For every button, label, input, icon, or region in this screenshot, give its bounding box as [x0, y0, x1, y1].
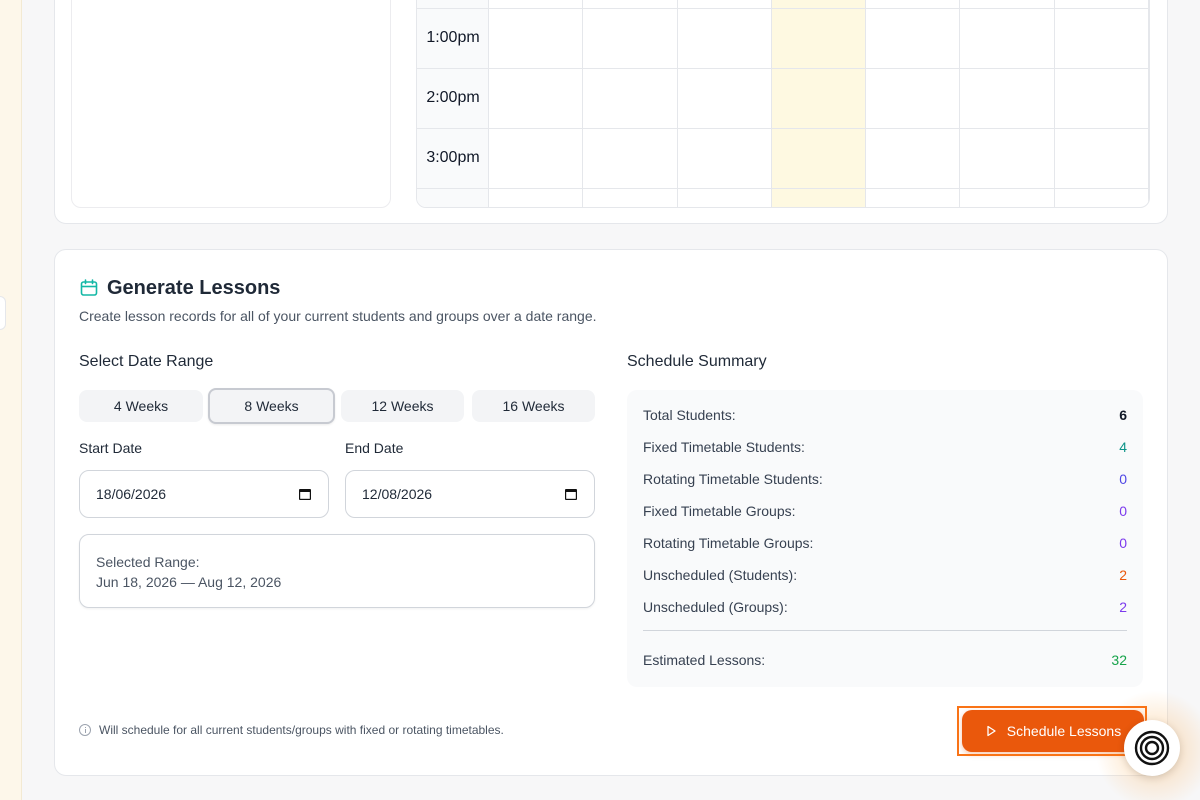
summary-label: Total Students:: [643, 407, 736, 423]
day-column[interactable]: [489, 0, 584, 207]
end-date-field[interactable]: 12/08/2026: [345, 470, 595, 518]
summary-row: Rotating Timetable Students: 0: [643, 471, 1127, 491]
start-date-field[interactable]: 18/06/2026: [79, 470, 329, 518]
preset-16-weeks-button[interactable]: 16 Weeks: [472, 390, 595, 422]
calendar-icon: [80, 279, 98, 296]
summary-label: Unscheduled (Groups):: [643, 599, 788, 615]
preset-8-weeks-button[interactable]: 8 Weeks: [208, 388, 335, 424]
summary-row: Total Students: 6: [643, 407, 1127, 427]
summary-divider: [643, 630, 1127, 631]
summary-row-estimated: Estimated Lessons: 32: [643, 652, 1127, 672]
schedule-summary-panel: Estimated Lessons: 32 Total Students: 6 Fi…: [627, 390, 1143, 687]
summary-row: Fixed Timetable Groups: 0: [643, 503, 1127, 523]
page-title: Generate Lessons: [107, 277, 281, 299]
time-row-divider: [417, 128, 1149, 129]
start-date-value: 18/06/2026: [96, 486, 167, 502]
time-row-divider: [417, 188, 1149, 189]
day-column[interactable]: [961, 0, 1055, 207]
sidebar-toggle-tab[interactable]: [0, 296, 6, 330]
schedule-note-text: Will schedule for all current students/g…: [99, 723, 504, 737]
time-label: 1:00pm: [426, 29, 480, 46]
summary-value: 0: [1119, 535, 1127, 551]
day-column[interactable]: [678, 0, 772, 207]
cursor-target-icon: [1134, 730, 1170, 766]
summary-value: 0: [1119, 503, 1127, 519]
day-column-today[interactable]: [771, 0, 867, 207]
info-icon: [79, 724, 91, 736]
schedule-summary-heading: Schedule Summary: [627, 353, 767, 370]
play-icon: [987, 725, 996, 737]
schedule-note: Will schedule for all current students/g…: [79, 723, 504, 737]
selected-range-box: Selected Range: Jun 18, 2026 — Aug 12, 2…: [79, 534, 595, 608]
summary-label: Rotating Timetable Groups:: [643, 535, 814, 551]
start-date-label: Start Date: [79, 440, 143, 456]
summary-value: 2: [1119, 567, 1127, 583]
cursor-badge: [1124, 720, 1180, 776]
summary-value: 32: [1111, 652, 1127, 668]
selected-range-value: Jun 18, 2026 — Aug 12, 2026: [96, 574, 282, 590]
summary-value: 6: [1119, 407, 1127, 423]
time-row-divider: [417, 68, 1149, 69]
timetable-grid: 1:00pm 2:00pm 3:00pm: [416, 0, 1150, 208]
preset-12-weeks-button[interactable]: 12 Weeks: [341, 390, 464, 422]
day-column[interactable]: [583, 0, 678, 207]
end-date-value: 12/08/2026: [362, 486, 433, 502]
time-row-divider: [417, 8, 1149, 9]
schedule-lessons-label: Schedule Lessons: [1006, 723, 1122, 739]
calendar-picker-icon[interactable]: [564, 487, 578, 501]
schedule-lessons-button[interactable]: Schedule Lessons: [962, 710, 1144, 752]
summary-row: Fixed Timetable Students: 4: [643, 439, 1127, 459]
summary-label: Estimated Lessons:: [643, 652, 766, 668]
summary-label: Rotating Timetable Students:: [643, 471, 823, 487]
summary-value: 2: [1119, 599, 1127, 615]
calendar-picker-icon[interactable]: [298, 487, 312, 501]
time-label: 3:00pm: [426, 149, 480, 166]
selected-range-label: Selected Range:: [96, 554, 200, 570]
summary-row: Rotating Timetable Groups: 0: [643, 535, 1127, 555]
time-label: 2:00pm: [426, 89, 480, 106]
day-column[interactable]: [866, 0, 961, 207]
summary-row: Unscheduled (Students): 2: [643, 567, 1127, 587]
end-date-label: End Date: [345, 440, 404, 456]
summary-label: Fixed Timetable Groups:: [643, 503, 796, 519]
summary-value: 0: [1119, 471, 1127, 487]
left-rail: [0, 0, 22, 800]
preset-4-weeks-button[interactable]: 4 Weeks: [79, 390, 203, 422]
summary-value: 4: [1119, 439, 1127, 455]
summary-label: Fixed Timetable Students:: [643, 439, 805, 455]
summary-row: Unscheduled (Groups): 2: [643, 599, 1127, 619]
generate-subtitle: Create lesson records for all of your cu…: [79, 308, 597, 324]
day-column[interactable]: [1055, 0, 1149, 207]
date-range-heading: Select Date Range: [79, 353, 214, 370]
summary-label: Unscheduled (Students):: [643, 567, 798, 583]
timetable-side-panel: [71, 0, 391, 208]
